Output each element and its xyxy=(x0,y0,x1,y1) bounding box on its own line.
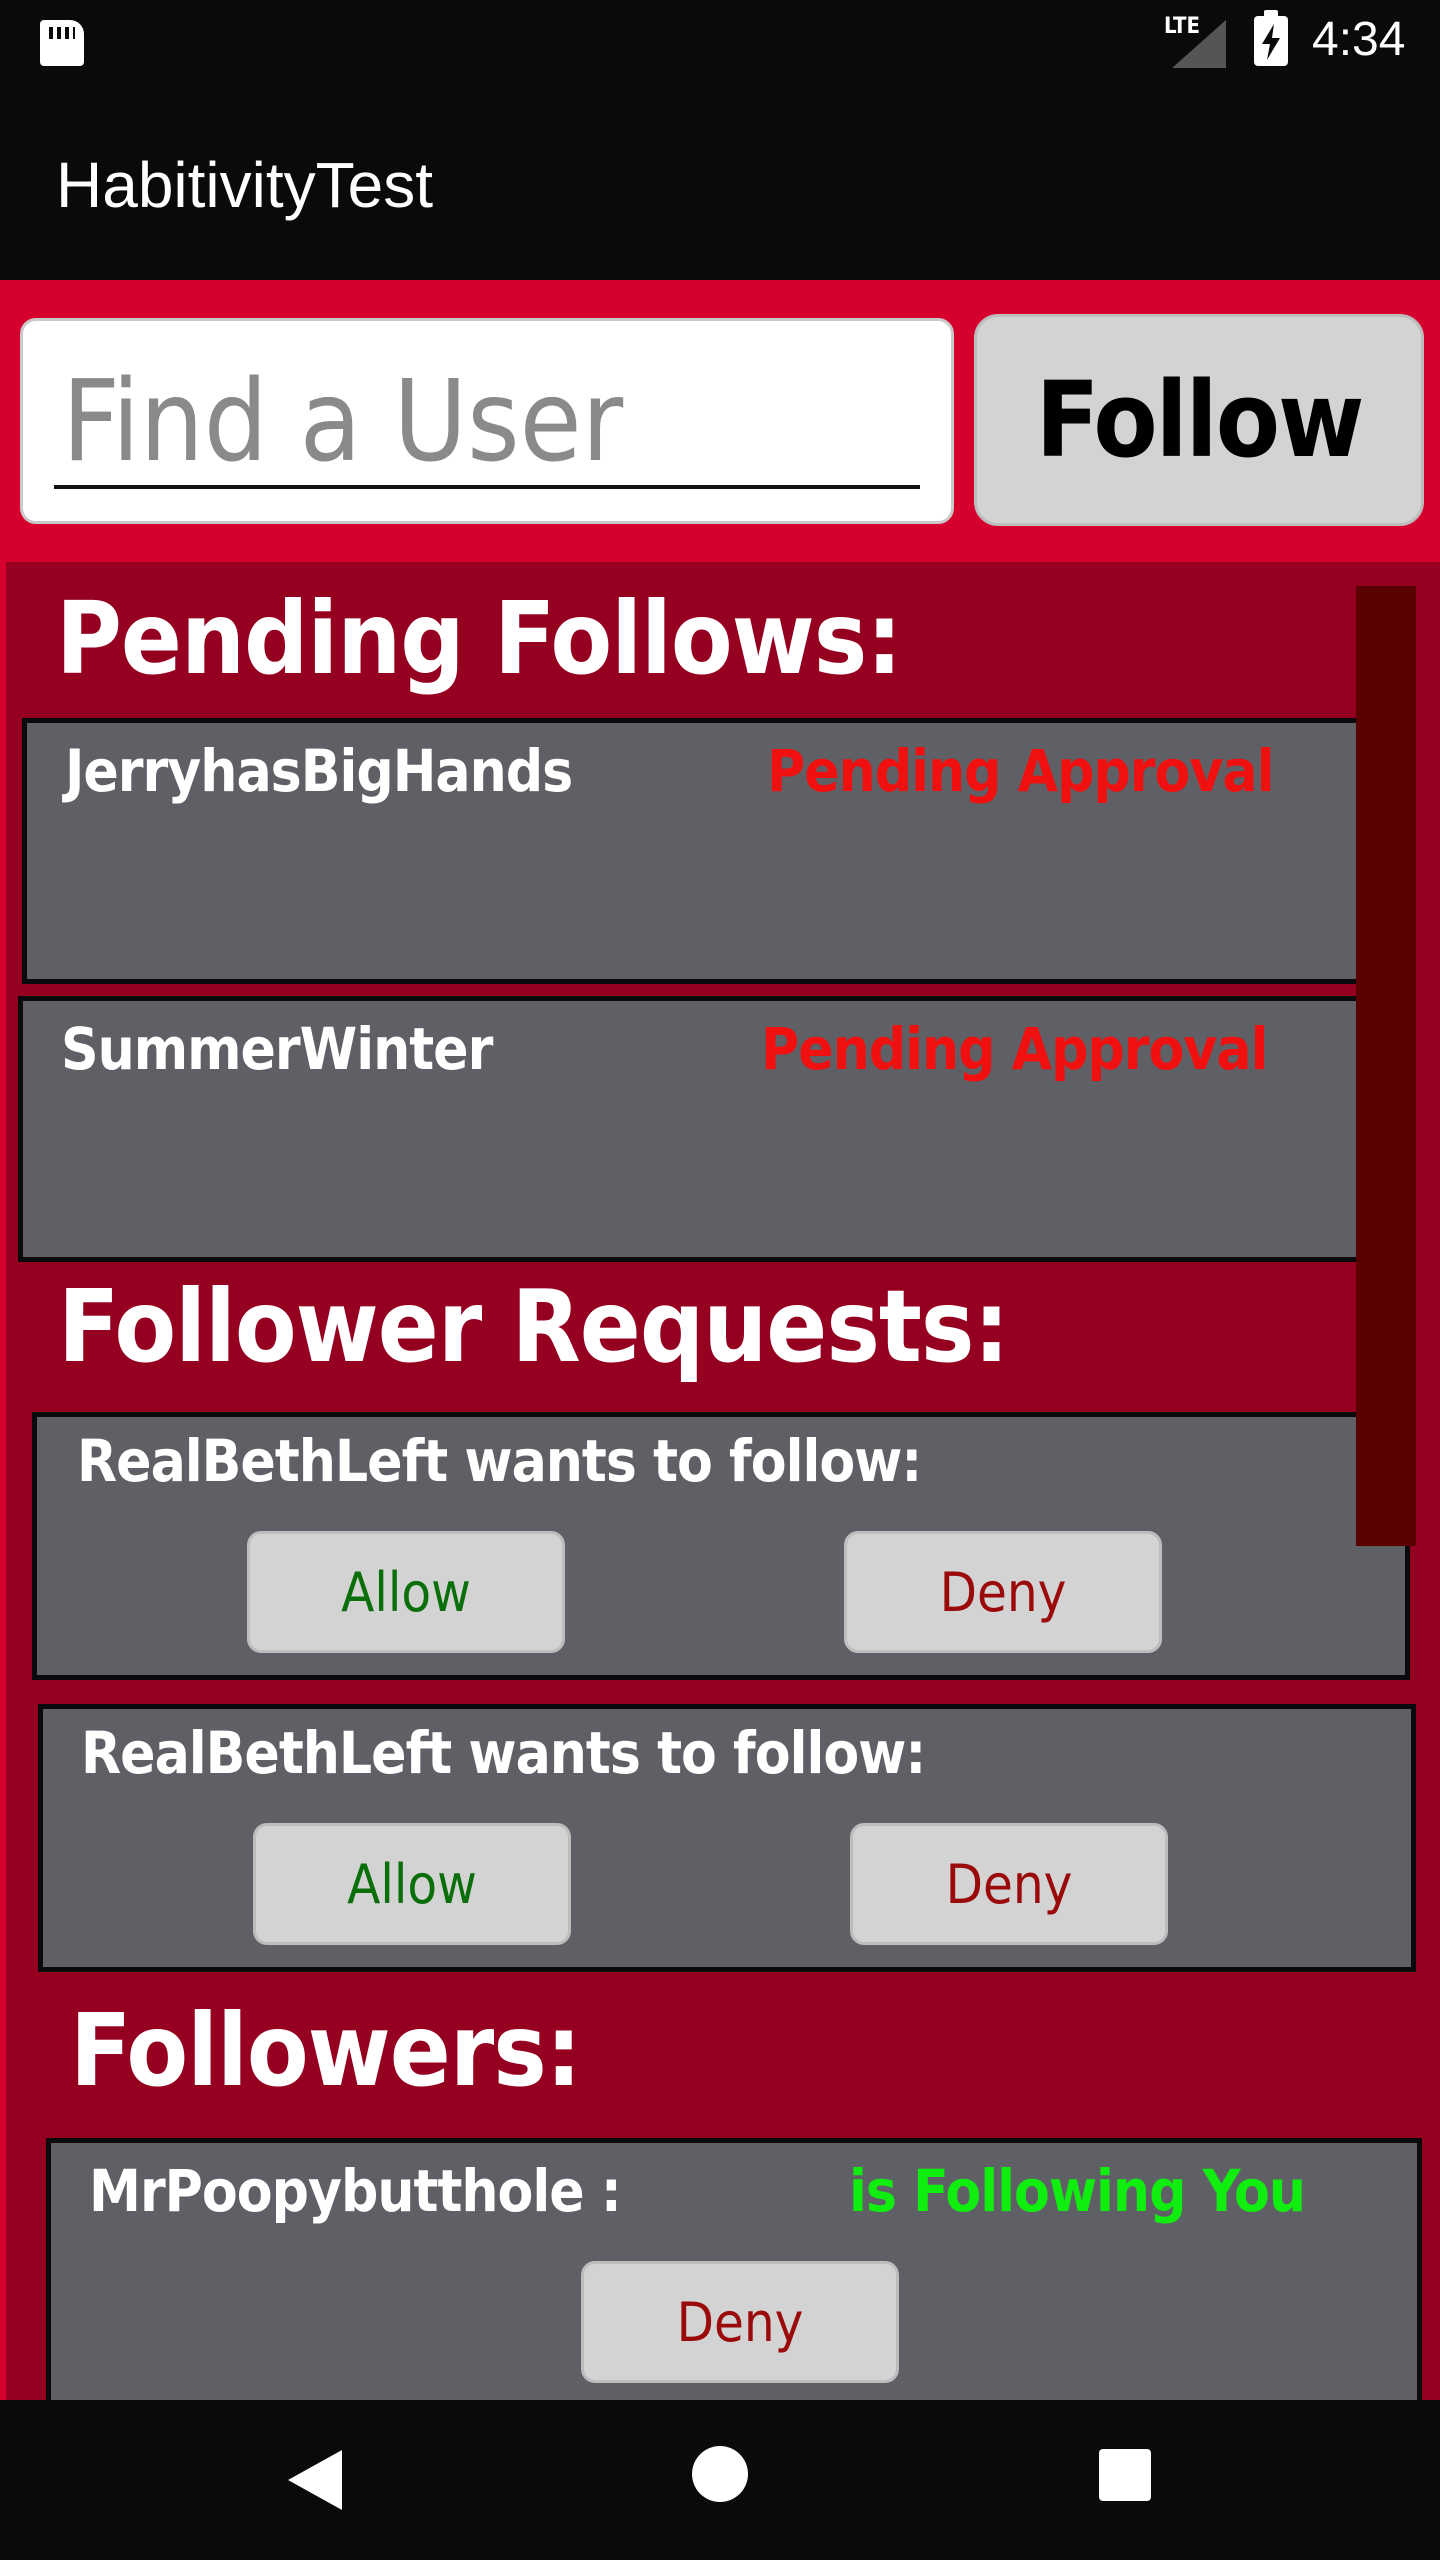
request-text: RealBethLeft wants to follow: xyxy=(81,1719,926,1787)
pending-follow-card: SummerWinter Pending Approval xyxy=(18,996,1362,1262)
followers-title: Followers: xyxy=(70,1992,582,2109)
app-bar: HabitivityTest xyxy=(0,84,1440,280)
pending-status: Pending Approval xyxy=(761,1015,1268,1083)
charging-bolt-icon xyxy=(1262,24,1280,60)
deny-button[interactable]: Deny xyxy=(850,1823,1168,1945)
follows-list[interactable]: Pending Follows: JerryhasBigHands Pendin… xyxy=(0,562,1440,2400)
deny-button[interactable]: Deny xyxy=(581,2261,899,2383)
pending-username: SummerWinter xyxy=(61,1015,493,1083)
home-icon[interactable] xyxy=(692,2446,748,2502)
follower-requests-title: Follower Requests: xyxy=(58,1268,1009,1385)
allow-button[interactable]: Allow xyxy=(253,1823,571,1945)
deny-button[interactable]: Deny xyxy=(844,1531,1162,1653)
pending-follows-title: Pending Follows: xyxy=(56,580,902,697)
app-title: HabitivityTest xyxy=(56,149,433,221)
follower-username: MrPoopybutthole : xyxy=(89,2157,622,2225)
sd-card-icon xyxy=(40,20,84,66)
follower-card: MrPoopybutthole : is Following You Deny xyxy=(46,2138,1422,2400)
signal-icon xyxy=(1172,20,1226,68)
recents-icon[interactable] xyxy=(1099,2449,1151,2501)
allow-button[interactable]: Allow xyxy=(247,1531,565,1653)
pending-follow-card: JerryhasBigHands Pending Approval xyxy=(22,718,1362,984)
pending-username: JerryhasBigHands xyxy=(65,737,573,805)
pending-status: Pending Approval xyxy=(767,737,1274,805)
input-underline xyxy=(54,485,920,489)
following-status: is Following You xyxy=(849,2157,1306,2225)
follower-request-card: RealBethLeft wants to follow: Allow Deny xyxy=(32,1412,1410,1680)
follow-button[interactable]: Follow xyxy=(974,314,1424,526)
back-icon[interactable] xyxy=(288,2450,342,2510)
request-text: RealBethLeft wants to follow: xyxy=(77,1427,922,1495)
scrollbar[interactable] xyxy=(1356,586,1416,1546)
clock: 4:34 xyxy=(1312,13,1406,66)
find-user-input[interactable] xyxy=(62,362,922,482)
follower-request-card: RealBethLeft wants to follow: Allow Deny xyxy=(38,1704,1416,1972)
